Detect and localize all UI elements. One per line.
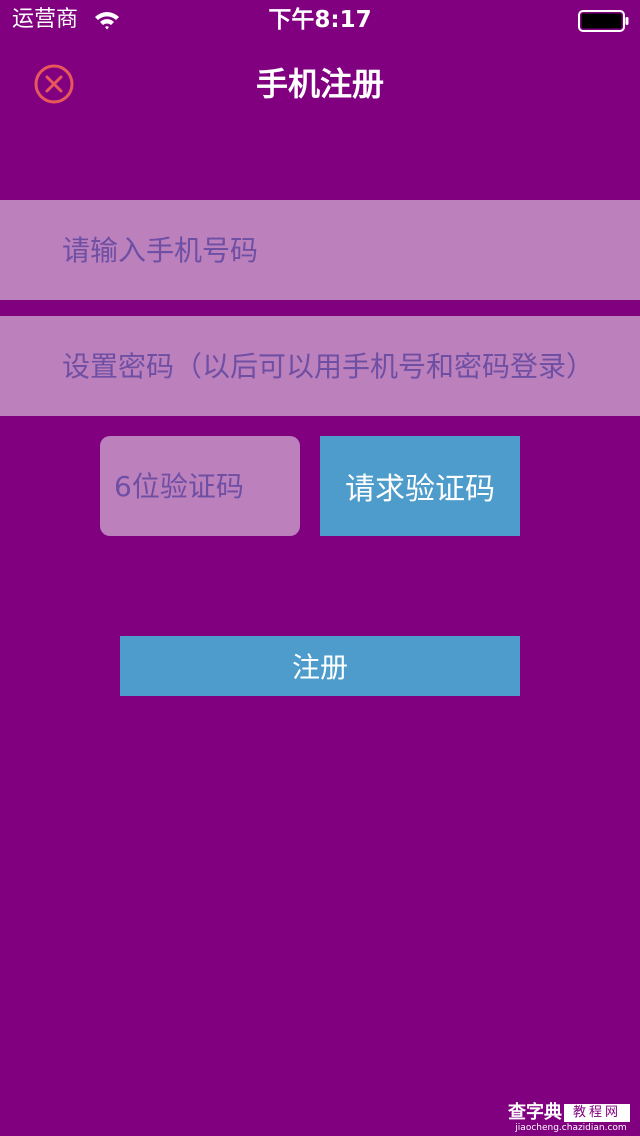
phone-input[interactable]: [0, 200, 640, 300]
watermark-box-text: 教程网: [564, 1104, 630, 1122]
battery-icon: [578, 10, 629, 32]
page-title: 手机注册: [255, 65, 384, 103]
register-button[interactable]: 注册: [120, 636, 520, 696]
watermark-logo: 查字典 教程网 jiaocheng.chazidian.com: [508, 1102, 634, 1134]
watermark-main-text: 查字典: [508, 1102, 562, 1123]
request-code-button[interactable]: 请求验证码: [320, 436, 520, 536]
status-time: 下午8:17: [268, 7, 372, 33]
verification-code-input[interactable]: [100, 436, 300, 536]
status-bar: 运营商 下午8:17: [0, 0, 640, 40]
password-input[interactable]: [0, 316, 640, 416]
watermark-url: jiaocheng.chazidian.com: [515, 1123, 627, 1133]
